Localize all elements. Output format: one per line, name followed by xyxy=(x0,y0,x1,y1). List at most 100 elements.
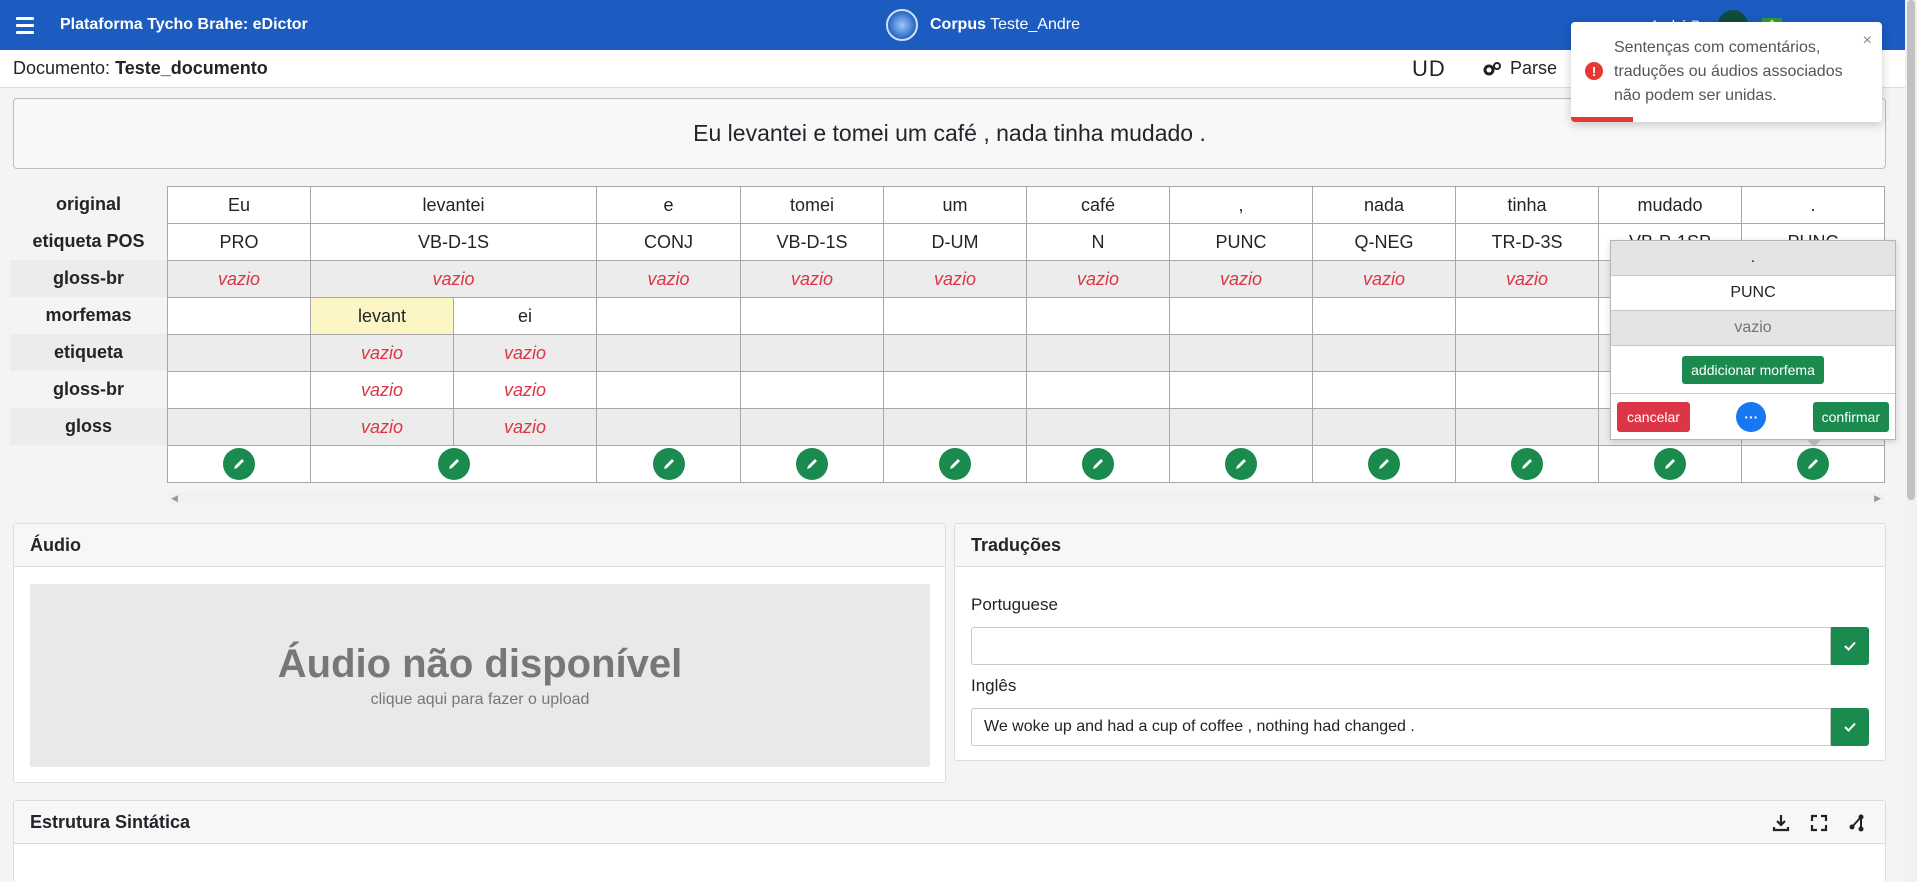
download-icon[interactable] xyxy=(1771,813,1791,833)
token-original[interactable]: um xyxy=(883,186,1027,224)
table-row-edit xyxy=(167,445,1885,483)
pencil-icon[interactable] xyxy=(1082,448,1114,480)
token-original[interactable]: . xyxy=(1741,186,1885,224)
row-label-original: original xyxy=(55,194,121,214)
pencil-icon[interactable] xyxy=(1511,448,1543,480)
check-icon[interactable] xyxy=(1831,627,1869,665)
close-icon[interactable]: × xyxy=(1863,32,1872,50)
tree-icon[interactable] xyxy=(1847,813,1867,833)
token-original[interactable]: nada xyxy=(1312,186,1456,224)
more-options-button[interactable]: ··· xyxy=(1736,402,1767,432)
morpheme-tag[interactable]: vazio xyxy=(453,334,597,372)
document-name: Teste_documento xyxy=(115,58,268,78)
token-gloss-br[interactable]: vazio xyxy=(167,260,311,298)
add-morpheme-button[interactable]: addicionar morfema xyxy=(1682,355,1824,384)
popover-pos[interactable]: PUNC xyxy=(1611,276,1895,311)
vertical-scrollbar[interactable] xyxy=(1905,0,1917,882)
token-gloss-br[interactable]: vazio xyxy=(1312,260,1456,298)
fullscreen-icon[interactable] xyxy=(1809,813,1829,833)
morpheme-gloss[interactable]: vazio xyxy=(310,408,454,446)
audio-upload-area[interactable]: Áudio não disponível clique aqui para fa… xyxy=(30,584,930,767)
edit-cell xyxy=(1312,445,1456,483)
token-original[interactable]: mudado xyxy=(1598,186,1742,224)
scrollbar-thumb[interactable] xyxy=(1907,0,1915,500)
token-pos[interactable]: N xyxy=(1026,223,1170,261)
pencil-icon[interactable] xyxy=(1368,448,1400,480)
ud-button[interactable]: UD xyxy=(1412,56,1446,82)
morpheme-empty-cell xyxy=(1455,334,1599,372)
pencil-icon[interactable] xyxy=(437,448,470,480)
confirm-button[interactable]: confirmar xyxy=(1812,402,1889,432)
edit-cell xyxy=(1741,445,1885,483)
pencil-icon[interactable] xyxy=(1797,448,1829,480)
token-gloss-br[interactable]: vazio xyxy=(1026,260,1170,298)
popover-token[interactable]: . xyxy=(1611,241,1895,276)
morpheme-empty-cell xyxy=(740,297,884,335)
morpheme-empty-cell xyxy=(1026,371,1170,409)
morpheme-gloss-br[interactable]: vazio xyxy=(453,371,597,409)
token-pos[interactable]: PUNC xyxy=(1169,223,1313,261)
token-pos[interactable]: VB-D-1S xyxy=(740,223,884,261)
token-gloss-br[interactable]: vazio xyxy=(310,260,597,298)
audio-card: Áudio Áudio não disponível clique aqui p… xyxy=(13,523,946,783)
translation-language-label: Inglês xyxy=(971,676,1017,695)
morpheme-tag[interactable]: vazio xyxy=(310,334,454,372)
scroll-right-icon[interactable]: ▶ xyxy=(1874,493,1881,504)
token-pos[interactable]: Q-NEG xyxy=(1312,223,1456,261)
error-icon: ! xyxy=(1585,62,1603,80)
corpus-indicator[interactable]: Corpus Teste_Andre xyxy=(886,0,1080,50)
token-original[interactable]: Eu xyxy=(167,186,311,224)
morpheme-form[interactable]: levant xyxy=(310,297,454,335)
error-toast[interactable]: ! Sentenças com comentários, traduções o… xyxy=(1571,22,1882,122)
check-icon[interactable] xyxy=(1831,708,1869,746)
pencil-icon[interactable] xyxy=(939,448,971,480)
translation-input-portuguese[interactable] xyxy=(971,627,1831,665)
app-title[interactable]: Plataforma Tycho Brahe: eDictor xyxy=(60,16,308,34)
pencil-icon[interactable] xyxy=(652,448,685,480)
token-pos[interactable]: VB-D-1S xyxy=(310,223,597,261)
hamburger-icon[interactable] xyxy=(0,0,50,50)
token-original[interactable]: café xyxy=(1026,186,1170,224)
morpheme-empty-cell xyxy=(883,297,1027,335)
token-pos[interactable]: D-UM xyxy=(883,223,1027,261)
cancel-button[interactable]: cancelar xyxy=(1617,402,1690,432)
token-original[interactable]: levantei xyxy=(310,186,597,224)
pencil-icon[interactable] xyxy=(1225,448,1257,480)
morpheme-empty-cell xyxy=(1026,297,1170,335)
token-original[interactable]: e xyxy=(596,186,741,224)
translation-input-english[interactable]: We woke up and had a cup of coffee , not… xyxy=(971,708,1831,746)
token-gloss-br[interactable]: vazio xyxy=(883,260,1027,298)
token-original[interactable]: tomei xyxy=(740,186,884,224)
token-pos[interactable]: TR-D-3S xyxy=(1455,223,1599,261)
morpheme-empty-cell xyxy=(167,297,311,335)
morpheme-empty-cell xyxy=(596,371,741,409)
token-gloss-br[interactable]: vazio xyxy=(1169,260,1313,298)
edit-cell xyxy=(740,445,884,483)
morpheme-form[interactable]: ei xyxy=(453,297,597,335)
morpheme-gloss[interactable]: vazio xyxy=(453,408,597,446)
pencil-icon[interactable] xyxy=(1654,448,1686,480)
token-original[interactable]: , xyxy=(1169,186,1313,224)
token-pos[interactable]: CONJ xyxy=(596,223,741,261)
pencil-icon[interactable] xyxy=(223,448,255,480)
parse-button[interactable]: Parse xyxy=(1482,58,1557,79)
morpheme-empty-cell xyxy=(596,334,741,372)
row-label-morfemas: morfemas xyxy=(45,305,132,325)
morpheme-empty-cell xyxy=(1169,408,1313,446)
morpheme-gloss-br[interactable]: vazio xyxy=(310,371,454,409)
audio-unavailable-text: Áudio não disponível xyxy=(277,642,683,686)
horizontal-scrollbar[interactable]: ◀ ▶ xyxy=(167,492,1885,504)
token-original[interactable]: tinha xyxy=(1455,186,1599,224)
pencil-icon[interactable] xyxy=(796,448,828,480)
morpheme-empty-cell xyxy=(1312,297,1456,335)
scroll-left-icon[interactable]: ◀ xyxy=(171,493,178,504)
token-gloss-br[interactable]: vazio xyxy=(596,260,741,298)
token-pos[interactable]: PRO xyxy=(167,223,311,261)
popover-actions: cancelar ··· confirmar xyxy=(1611,394,1895,440)
token-gloss-br[interactable]: vazio xyxy=(1455,260,1599,298)
popover-gloss[interactable]: vazio xyxy=(1611,311,1895,346)
morpheme-empty-cell xyxy=(1026,334,1170,372)
token-edit-popover: . PUNC vazio addicionar morfema cancelar… xyxy=(1610,240,1896,440)
edit-cell xyxy=(1455,445,1599,483)
token-gloss-br[interactable]: vazio xyxy=(740,260,884,298)
